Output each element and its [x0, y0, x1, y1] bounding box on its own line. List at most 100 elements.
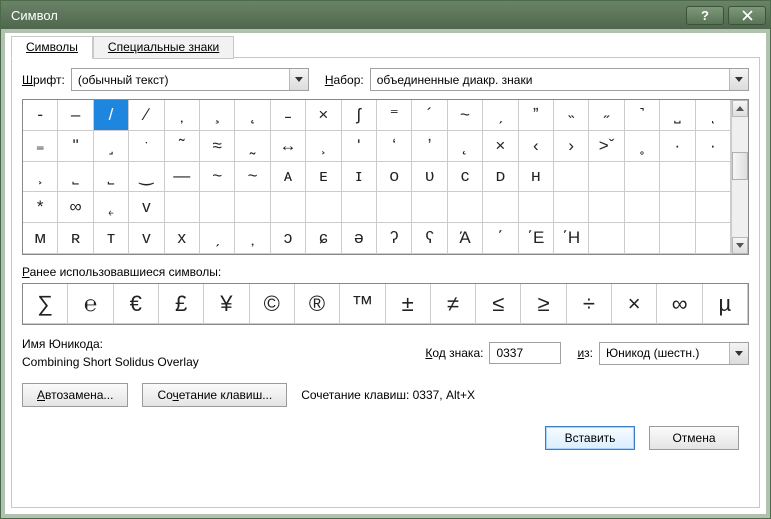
from-dropdown[interactable]: Юникод (шестн.)	[599, 342, 749, 365]
symbol-cell[interactable]: ᴜ	[412, 162, 447, 193]
symbol-cell[interactable]: ʔ	[377, 223, 412, 254]
symbol-cell[interactable]: ˾	[58, 162, 93, 193]
symbol-cell[interactable]: ʻ	[377, 131, 412, 162]
recent-symbols-grid[interactable]: ∑℮€£¥©®™±≠≤≥÷×∞µ	[22, 283, 749, 325]
scroll-up-button[interactable]	[732, 100, 748, 117]
symbol-cell[interactable]	[554, 162, 589, 193]
recent-symbol-cell[interactable]: ±	[386, 284, 431, 324]
symbol-cell[interactable]	[306, 192, 341, 223]
symbol-cell[interactable]: ΄Ε	[519, 223, 554, 254]
symbol-cell[interactable]: ·	[696, 131, 731, 162]
symbol-cell[interactable]: ᴠ	[129, 192, 164, 223]
symbol-cell[interactable]	[660, 192, 695, 223]
symbol-cell[interactable]	[660, 223, 695, 254]
recent-symbol-cell[interactable]: µ	[703, 284, 748, 324]
symbol-cell[interactable]	[448, 192, 483, 223]
chevron-down-icon[interactable]	[289, 69, 308, 90]
symbol-cell[interactable]: ̦	[235, 223, 270, 254]
symbol-cell[interactable]	[271, 192, 306, 223]
symbol-cell[interactable]: ᴇ	[306, 162, 341, 193]
symbol-cell[interactable]	[235, 192, 270, 223]
symbol-cell[interactable]: ΄Η	[554, 223, 589, 254]
help-button[interactable]: ?	[686, 6, 724, 25]
scroll-thumb[interactable]	[732, 152, 748, 180]
symbol-cell[interactable]: —	[165, 162, 200, 193]
symbol-cell[interactable]	[377, 192, 412, 223]
recent-symbol-cell[interactable]: ™	[340, 284, 385, 324]
symbol-cell[interactable]: ≈	[200, 131, 235, 162]
symbol-cell[interactable]: ˜	[165, 131, 200, 162]
symbol-cell[interactable]: ˾	[94, 162, 129, 193]
symbol-cell[interactable]: x	[165, 223, 200, 254]
symbol-cell[interactable]: Ά	[448, 223, 483, 254]
recent-symbol-cell[interactable]: ≠	[431, 284, 476, 324]
symbol-cell[interactable]: ~	[200, 162, 235, 193]
symbol-cell[interactable]: ə	[342, 223, 377, 254]
recent-symbol-cell[interactable]: £	[159, 284, 204, 324]
symbol-cell[interactable]: ˿	[94, 192, 129, 223]
cancel-button[interactable]: Отмена	[649, 426, 739, 450]
symbol-cell[interactable]: ˳	[625, 131, 660, 162]
chevron-down-icon[interactable]	[729, 69, 748, 90]
symbol-cell[interactable]: ↔	[271, 131, 306, 162]
symbol-cell[interactable]: ᴀ	[271, 162, 306, 193]
symbol-cell[interactable]: ʺ	[58, 131, 93, 162]
scroll-down-button[interactable]	[732, 237, 748, 254]
chevron-down-icon[interactable]	[729, 343, 748, 364]
symbol-cell[interactable]: *	[23, 192, 58, 223]
symbol-cell[interactable]: ʕ	[412, 223, 447, 254]
symbol-cell[interactable]	[165, 192, 200, 223]
recent-symbol-cell[interactable]: ¥	[204, 284, 249, 324]
symbol-cell[interactable]: ˵	[554, 100, 589, 131]
symbol-cell[interactable]: ‿	[129, 162, 164, 193]
symbol-cell[interactable]	[696, 162, 731, 193]
symbol-cell[interactable]: ̦	[165, 100, 200, 131]
symbol-cell[interactable]	[625, 192, 660, 223]
symbol-cell[interactable]	[589, 192, 624, 223]
symbol-cell[interactable]: ɔ	[271, 223, 306, 254]
symbol-cell[interactable]: ~	[448, 100, 483, 131]
symbol-cell[interactable]: ˲	[23, 162, 58, 193]
symbol-cell[interactable]: ›	[554, 131, 589, 162]
recent-symbol-cell[interactable]: ÷	[567, 284, 612, 324]
shortcut-key-button[interactable]: Сочетание клавиш...	[142, 383, 287, 407]
recent-symbol-cell[interactable]: ∞	[657, 284, 702, 324]
symbol-cell[interactable]	[342, 192, 377, 223]
symbol-cell[interactable]: ᴄ	[448, 162, 483, 193]
recent-symbol-cell[interactable]: ∑	[23, 284, 68, 324]
symbol-cell[interactable]	[200, 192, 235, 223]
symbol-cell[interactable]: ₌	[23, 131, 58, 162]
recent-symbol-cell[interactable]: ®	[295, 284, 340, 324]
symbol-cell[interactable]	[589, 223, 624, 254]
symbol-cell[interactable]	[696, 192, 731, 223]
symbol-cell[interactable]: ̧	[200, 100, 235, 131]
symbol-cell[interactable]: ʜ	[519, 162, 554, 193]
symbol-cell[interactable]: ˛	[448, 131, 483, 162]
symbol-cell[interactable]: ˃ˇ	[589, 131, 624, 162]
symbol-cell[interactable]: –	[58, 100, 93, 131]
symbol-cell[interactable]: ~	[235, 162, 270, 193]
symbol-cell[interactable]: ̨	[235, 100, 270, 131]
font-dropdown[interactable]: (обычный текст)	[71, 68, 309, 91]
symbol-cell[interactable]: ʼ	[412, 131, 447, 162]
character-code-input[interactable]	[489, 342, 561, 364]
symbol-cell[interactable]: ˺	[625, 100, 660, 131]
symbol-cell[interactable]: ∕	[129, 100, 164, 131]
symbol-cell[interactable]: ˑ	[129, 131, 164, 162]
symbol-cell[interactable]: ˶	[589, 100, 624, 131]
symbol-cell[interactable]: ᴍ	[23, 223, 58, 254]
scroll-track[interactable]	[732, 117, 748, 237]
tab-special-chars[interactable]: Специальные знаки	[93, 36, 234, 59]
symbol-cell[interactable]: ͺ	[696, 100, 731, 131]
symbol-cell[interactable]: ɪ	[342, 162, 377, 193]
symbol-cell[interactable]	[625, 162, 660, 193]
symbol-cell[interactable]: ˏ	[483, 100, 518, 131]
symbol-cell[interactable]: ʀ	[58, 223, 93, 254]
symbol-cell[interactable]: ˽	[660, 100, 695, 131]
symbol-cell[interactable]: ᴅ	[483, 162, 518, 193]
symbol-cell[interactable]: ΄	[483, 223, 518, 254]
symbol-cell[interactable]: ×	[483, 131, 518, 162]
symbol-cell[interactable]: ´	[412, 100, 447, 131]
symbol-cell[interactable]: ᴏ	[377, 162, 412, 193]
symbol-cell[interactable]: ʃ	[342, 100, 377, 131]
